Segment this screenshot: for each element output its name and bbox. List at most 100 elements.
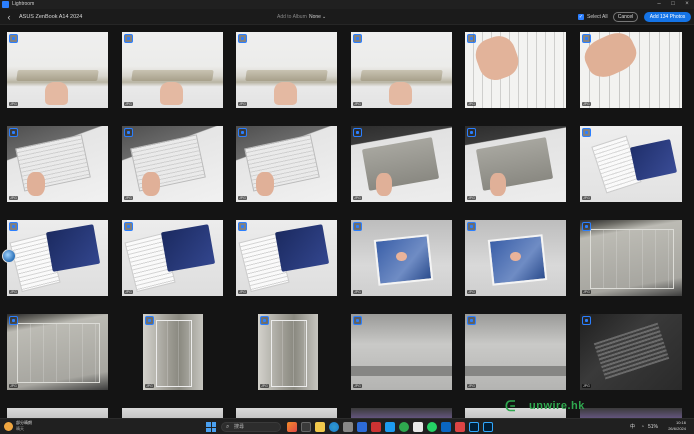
photo-thumbnail[interactable] [236, 408, 337, 418]
photo-thumbnail[interactable] [122, 408, 223, 418]
selected-checkbox-icon[interactable] [467, 34, 476, 43]
selected-checkbox-icon[interactable] [238, 222, 247, 231]
taskbar-search[interactable]: ⌕ 搜尋 [221, 422, 281, 432]
photo-thumbnail[interactable]: JPG [236, 126, 337, 202]
selected-checkbox-icon[interactable] [238, 34, 247, 43]
photo-thumbnail[interactable]: JPG [236, 32, 337, 108]
photo-thumbnail[interactable]: JPG [351, 32, 452, 108]
photo-thumbnail[interactable]: JPG [465, 220, 566, 296]
battery-level[interactable]: 51% [648, 422, 658, 432]
chevron-down-icon[interactable]: ⌄ [322, 13, 326, 21]
whatsapp-icon[interactable] [427, 422, 437, 432]
selected-checkbox-icon[interactable] [9, 316, 18, 325]
selected-checkbox-icon[interactable] [467, 222, 476, 231]
selected-checkbox-icon[interactable] [124, 222, 133, 231]
selected-checkbox-icon[interactable] [9, 128, 18, 137]
photoshop-icon[interactable] [469, 422, 479, 432]
app-icon-red[interactable] [371, 422, 381, 432]
album-name: ASUS ZenBook A14 2024 [19, 14, 83, 20]
file-format-badge: JPG [353, 290, 362, 294]
selected-checkbox-icon[interactable] [124, 34, 133, 43]
selected-checkbox-icon[interactable] [124, 128, 133, 137]
selected-checkbox-icon[interactable] [9, 222, 18, 231]
wifi-icon[interactable]: ◔ [641, 422, 644, 432]
file-format-badge: JPG [582, 102, 591, 106]
weather-icon[interactable] [4, 422, 13, 431]
selected-checkbox-icon[interactable] [353, 34, 362, 43]
photo-thumbnail[interactable]: JPG [351, 220, 452, 296]
photo-thumbnail[interactable]: JPG [351, 126, 452, 202]
photo-thumbnail[interactable]: JPG [122, 32, 223, 108]
photo-thumbnail[interactable]: JPG [7, 220, 108, 296]
album-select[interactable]: None [309, 13, 321, 21]
selected-checkbox-icon[interactable] [238, 128, 247, 137]
app-icon-navy[interactable] [441, 422, 451, 432]
task-view-icon[interactable] [301, 422, 311, 432]
selected-checkbox-icon[interactable] [582, 316, 591, 325]
app-icon-red-2[interactable] [455, 422, 465, 432]
photo-thumbnail[interactable] [7, 408, 108, 418]
windows-start-icon[interactable] [206, 422, 216, 432]
lightroom-logo-icon [2, 1, 9, 8]
add-photos-button[interactable]: Add 134 Photos [644, 12, 691, 22]
app-icon-white[interactable] [413, 422, 423, 432]
photo-thumbnail[interactable]: JPG [258, 314, 318, 390]
taskbar: 部分晴朗 晴天 ⌕ 搜尋 中 ◔ 51% 10:16 26/6/2024 [0, 418, 694, 434]
photo-thumbnail[interactable]: JPG [7, 126, 108, 202]
file-explorer-icon[interactable] [315, 422, 325, 432]
photo-thumbnail[interactable]: JPG [580, 126, 682, 202]
selected-checkbox-icon[interactable] [467, 316, 476, 325]
photo-thumbnail[interactable]: JPG [122, 126, 223, 202]
floating-assistant-icon[interactable] [2, 249, 16, 263]
file-format-badge: JPG [124, 196, 133, 200]
selected-checkbox-icon[interactable] [353, 316, 362, 325]
photo-thumbnail[interactable]: JPG [580, 314, 682, 390]
photo-thumbnail[interactable]: JPG [465, 126, 566, 202]
app-icon-blue[interactable] [385, 422, 395, 432]
selected-checkbox-icon[interactable] [353, 128, 362, 137]
file-format-badge: JPG [9, 384, 18, 388]
back-arrow-icon[interactable]: ‹ [4, 12, 14, 22]
photo-thumbnail[interactable]: JPG [580, 220, 682, 296]
lightroom-taskbar-icon[interactable] [483, 422, 493, 432]
photo-thumbnail[interactable]: JPG [580, 32, 682, 108]
search-placeholder: 搜尋 [234, 424, 245, 430]
selected-checkbox-icon[interactable] [582, 222, 591, 231]
tray-language[interactable]: 中 [630, 422, 635, 432]
colorful-app-icon[interactable] [287, 422, 297, 432]
photo-thumbnail[interactable]: JPG [465, 314, 566, 390]
photo-thumbnail[interactable] [351, 408, 452, 418]
photo-thumbnail[interactable]: JPG [7, 32, 108, 108]
file-format-badge: JPG [582, 290, 591, 294]
app-icon[interactable] [343, 422, 353, 432]
selected-checkbox-icon[interactable] [9, 34, 18, 43]
chrome-icon[interactable] [399, 422, 409, 432]
select-all-label[interactable]: Select All [587, 13, 608, 21]
cancel-button[interactable]: Cancel [613, 12, 638, 22]
selected-checkbox-icon[interactable] [145, 316, 154, 325]
photo-thumbnail[interactable]: JPG [351, 314, 452, 390]
photo-thumbnail[interactable]: JPG [143, 314, 203, 390]
close-icon[interactable]: × [680, 0, 694, 9]
weather-sub[interactable]: 晴天 [16, 426, 24, 432]
minimize-icon[interactable]: – [652, 0, 666, 9]
photo-thumbnail[interactable]: JPG [236, 220, 337, 296]
store-icon[interactable] [357, 422, 367, 432]
file-format-badge: JPG [124, 102, 133, 106]
select-all-checkbox[interactable]: ✓ [578, 14, 584, 20]
watermark-text: unwire.hk [529, 400, 585, 412]
photo-thumbnail[interactable]: JPG [122, 220, 223, 296]
photo-thumbnail[interactable]: JPG [465, 32, 566, 108]
selected-checkbox-icon[interactable] [353, 222, 362, 231]
file-format-badge: JPG [582, 196, 591, 200]
selected-checkbox-icon[interactable] [467, 128, 476, 137]
maximize-icon[interactable]: □ [666, 0, 680, 9]
selected-checkbox-icon[interactable] [260, 316, 269, 325]
photo-thumbnail[interactable]: JPG [7, 314, 108, 390]
clock-date[interactable]: 26/6/2024 [662, 426, 686, 432]
selected-checkbox-icon[interactable] [582, 128, 591, 137]
edge-icon[interactable] [329, 422, 339, 432]
selected-checkbox-icon[interactable] [582, 34, 591, 43]
file-format-badge: JPG [353, 384, 362, 388]
file-format-badge: JPG [238, 290, 247, 294]
